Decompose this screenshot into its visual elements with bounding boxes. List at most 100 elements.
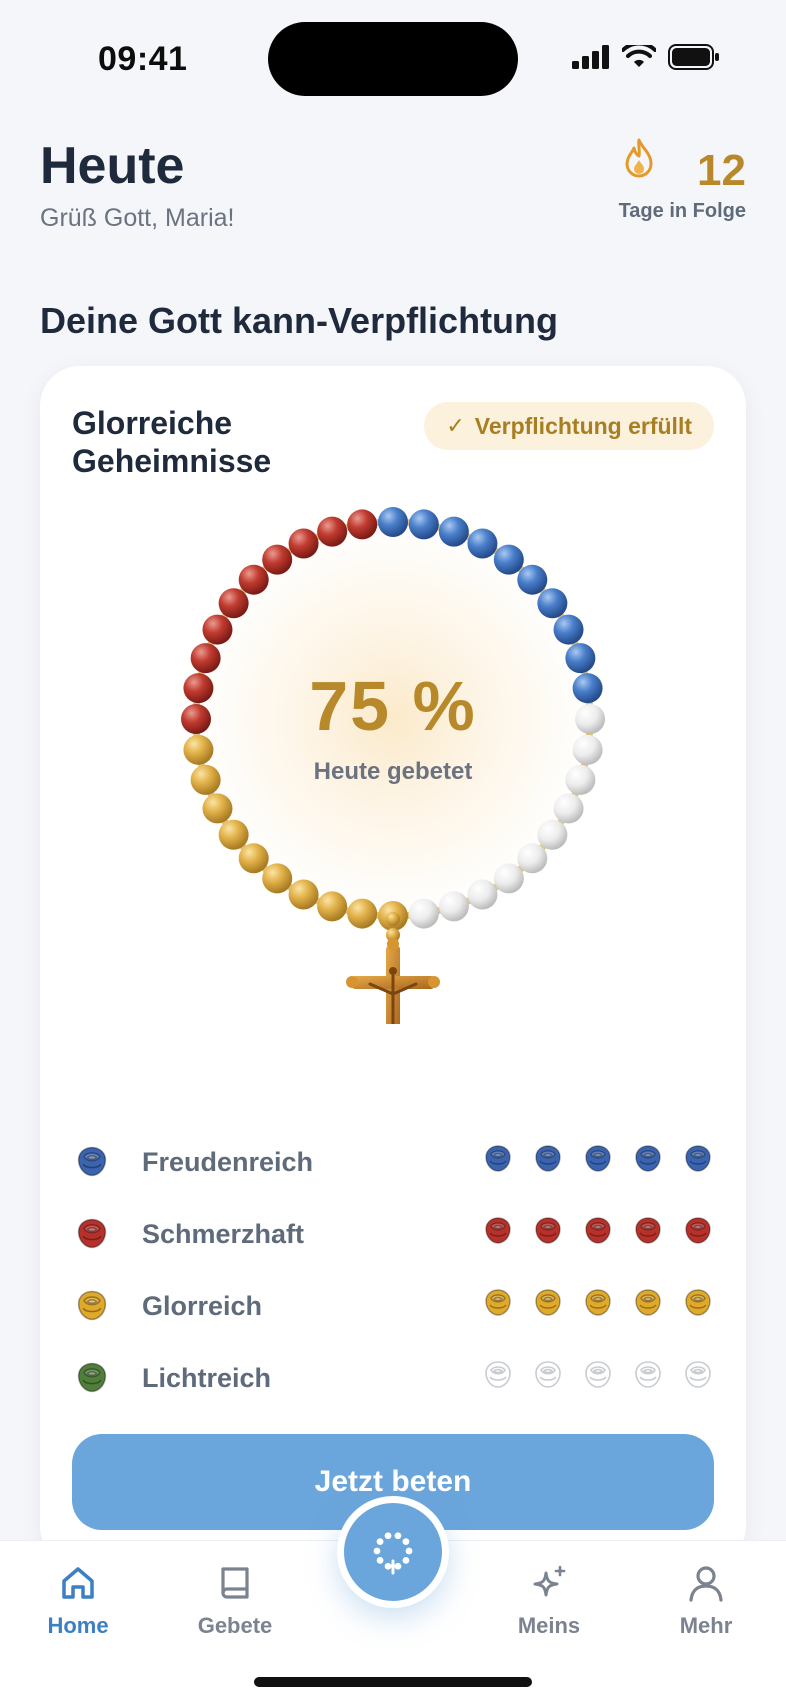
greeting-text: Grüß Gott, Maria! <box>40 204 235 232</box>
tab-home[interactable]: Home <box>18 1559 138 1639</box>
badge-label: Verpflichtung erfüllt <box>474 412 692 439</box>
tab-meins[interactable]: Meins <box>489 1559 609 1639</box>
rosary-bead <box>378 507 408 537</box>
tab-label: Home <box>47 1613 109 1638</box>
rose-filled-icon <box>485 1289 511 1316</box>
rosary-bead <box>467 528 498 559</box>
rosary-icon <box>373 1532 413 1575</box>
mystery-label: Lichtreich <box>142 1362 272 1393</box>
rosary-bead <box>288 879 319 910</box>
rosary-bead <box>553 793 584 824</box>
status-bar: 09:41 <box>0 0 786 118</box>
rose-filled-icon <box>685 1217 711 1244</box>
mystery-label: Freudenreich <box>142 1146 314 1177</box>
rose-filled-icon <box>485 1217 511 1244</box>
rose-filled-icon <box>535 1145 561 1172</box>
mystery-progress-roses <box>482 1214 714 1248</box>
rose-icon <box>72 1214 112 1254</box>
dynamic-island <box>268 22 518 96</box>
rosary-bead <box>537 819 568 850</box>
mystery-label: Glorreich <box>142 1290 263 1321</box>
mystery-row-lichtreich[interactable]: Lichtreich <box>72 1342 714 1414</box>
rosary-bead <box>517 843 548 874</box>
rose-filled-icon <box>585 1217 611 1244</box>
rosary-bead <box>408 509 439 540</box>
rose-icon <box>72 1358 112 1398</box>
commitment-card: Glorreiche Geheimnisse ✓ Verpflichtung e… <box>40 366 746 1566</box>
mystery-label: Schmerzhaft <box>142 1218 305 1249</box>
rose-empty-icon <box>535 1361 561 1388</box>
rose-filled-icon <box>585 1145 611 1172</box>
rose-filled-icon <box>535 1217 561 1244</box>
battery-icon <box>668 44 719 70</box>
mystery-progress-roses <box>482 1142 714 1176</box>
home-indicator <box>254 1677 532 1687</box>
rosary-progress <box>163 489 623 1024</box>
mystery-progress-roses <box>482 1358 714 1392</box>
rosary-bead <box>467 879 498 910</box>
mystery-row-glorreich[interactable]: Glorreich <box>72 1270 714 1342</box>
tab-label: Mehr <box>679 1613 733 1638</box>
progress-percent: 75 % <box>309 667 477 745</box>
rosary-bead <box>218 588 249 619</box>
rosary-bead <box>438 891 469 922</box>
rosary-bead <box>317 891 348 922</box>
tab-label: Meins <box>517 1613 581 1638</box>
rose-filled-icon <box>635 1145 661 1172</box>
rose-empty-icon <box>635 1361 661 1388</box>
rosary-bead <box>262 544 293 575</box>
rose-filled-icon <box>535 1289 561 1316</box>
section-title: Deine Gott kann-Verpflichtung <box>40 300 559 341</box>
rosary-bead <box>553 614 584 645</box>
rosary-bead <box>408 898 439 929</box>
rosary-bead <box>218 819 249 850</box>
rose-empty-icon <box>685 1361 711 1388</box>
tab-mehr[interactable]: Mehr <box>646 1559 766 1639</box>
progress-label: Heute gebetet <box>313 758 473 785</box>
tab-gebete[interactable]: Gebete <box>175 1559 295 1639</box>
rosary-bead <box>202 614 233 645</box>
rosary-bead <box>517 564 548 595</box>
rose-filled-icon <box>635 1217 661 1244</box>
rose-icon <box>72 1286 112 1326</box>
mystery-row-schmerzhaft[interactable]: Schmerzhaft <box>72 1198 714 1270</box>
rosary-bead <box>317 516 348 547</box>
check-icon: ✓ <box>446 413 465 438</box>
mystery-set-title: Glorreiche Geheimnisse <box>72 405 272 479</box>
tab-label: Gebete <box>197 1613 273 1638</box>
rose-filled-icon <box>635 1289 661 1316</box>
rosary-bead <box>438 516 469 547</box>
mystery-list: Freudenreich Schmerzhaft Glorreich Licht… <box>72 1126 714 1414</box>
rose-filled-icon <box>685 1145 711 1172</box>
mystery-progress-roses <box>482 1286 714 1320</box>
rosary-bead <box>493 863 524 894</box>
page-title: Heute <box>40 137 185 195</box>
rosary-bead <box>537 588 568 619</box>
rosary-bead <box>288 528 319 559</box>
rose-icon <box>77 1290 107 1321</box>
rosary-bead <box>347 509 378 540</box>
status-badge: ✓ Verpflichtung erfüllt <box>424 402 714 450</box>
rose-filled-icon <box>685 1289 711 1316</box>
rosary-bead <box>238 564 269 595</box>
rose-filled-icon <box>585 1289 611 1316</box>
rose-icon <box>72 1142 112 1182</box>
streak-counter[interactable]: 12 Tage in Folge <box>576 138 746 230</box>
home-icon <box>62 1567 94 1599</box>
wifi-icon <box>622 45 656 67</box>
rose-empty-icon <box>485 1361 511 1388</box>
rosary-bead <box>347 898 378 929</box>
mystery-row-freudenreich[interactable]: Freudenreich <box>72 1126 714 1198</box>
person-icon <box>689 1566 723 1602</box>
sparkle-icon <box>533 1565 566 1597</box>
rose-icon <box>77 1362 107 1393</box>
rose-icon <box>77 1146 107 1177</box>
signal-icon <box>572 45 609 69</box>
start-rosary-button[interactable] <box>337 1496 449 1608</box>
status-time: 09:41 <box>98 40 188 78</box>
rose-filled-icon <box>485 1145 511 1172</box>
rosary-bead <box>493 544 524 575</box>
flame-icon <box>625 138 653 178</box>
streak-count: 12 <box>697 146 746 195</box>
rosary-bead <box>238 843 269 874</box>
